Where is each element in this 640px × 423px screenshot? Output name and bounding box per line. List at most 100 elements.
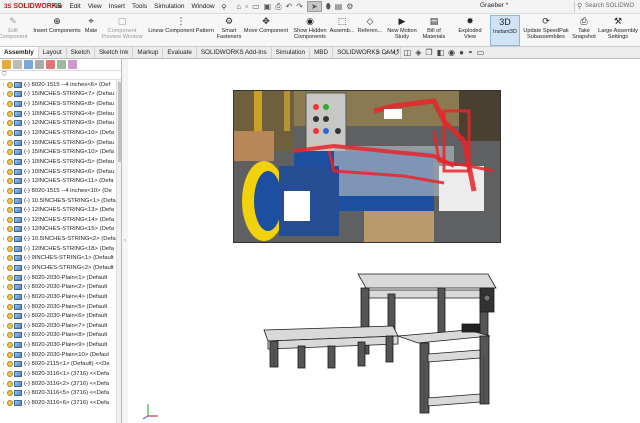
hide-show-items-icon[interactable]: ◉: [448, 48, 455, 58]
menu-simulation[interactable]: Simulation: [154, 3, 184, 11]
tree-item[interactable]: › (-) 12INCHES-STRING<9> (Defau: [0, 119, 121, 129]
expand-arrow-icon[interactable]: ›: [0, 294, 7, 300]
file-properties-icon[interactable]: ▤: [335, 2, 343, 11]
rebuild-icon[interactable]: ⬮: [326, 2, 331, 12]
expand-arrow-icon[interactable]: ›: [0, 342, 7, 348]
snapshot-button[interactable]: ⎙ Take Snapshot: [572, 15, 596, 46]
tab-sketch[interactable]: Sketch: [67, 47, 95, 58]
search-input[interactable]: ⚲ Search SOLIDWO: [574, 1, 640, 12]
expand-arrow-icon[interactable]: ›: [0, 284, 7, 290]
expand-arrow-icon[interactable]: ›: [0, 217, 7, 223]
expand-arrow-icon[interactable]: ›: [0, 304, 7, 310]
tree-item[interactable]: › (-) 8020-2030-Plain<4> (Default: [0, 292, 121, 302]
tree-item[interactable]: › (-) 8020-2115<1> (Default) <<De: [0, 360, 121, 370]
expand-arrow-icon[interactable]: ›: [0, 188, 7, 194]
edit-component-button[interactable]: ✎ Edit Component: [0, 15, 27, 46]
tree-item[interactable]: › (-) 8020-3116<2> (3716) <<Defa: [0, 379, 121, 389]
tree-item[interactable]: › (-) 12INCHES-STRING<10> (Defa: [0, 128, 121, 138]
expand-arrow-icon[interactable]: ›: [0, 111, 7, 117]
tree-item[interactable]: › (-) 12INCHES-STRING<18> (Defa: [0, 244, 121, 254]
tree-item[interactable]: › (-) 10INCHES-STRING<4> (Defau: [0, 109, 121, 119]
tree-item[interactable]: › (-) 8020-3116<6> (3716) <<Defa: [0, 398, 121, 408]
menu-window[interactable]: Window: [191, 3, 214, 11]
dynamic-annotation-icon[interactable]: ◈: [415, 48, 421, 58]
app-logo[interactable]: 3S SOLIDWORKS: [0, 3, 62, 10]
tree-item[interactable]: › (-) 8020-3116<5> (3716) <<Defa: [0, 389, 121, 399]
expand-arrow-icon[interactable]: ›: [0, 91, 7, 97]
expand-arrow-icon[interactable]: ›: [0, 246, 7, 252]
smart-fasteners-button[interactable]: ⚙ Smart Fasteners: [217, 15, 242, 46]
tree-item[interactable]: › (-) 15INCHES-STRING<8> (Defau: [0, 99, 121, 109]
expand-arrow-icon[interactable]: ›: [0, 371, 7, 377]
expand-arrow-icon[interactable]: ›: [0, 159, 7, 165]
cam-operations-tab-icon[interactable]: [68, 60, 77, 69]
expand-arrow-icon[interactable]: ›: [0, 101, 7, 107]
show-hidden-button[interactable]: ◉ Show Hidden Components: [292, 15, 328, 46]
expand-arrow-icon[interactable]: ›: [0, 120, 7, 126]
tree-item[interactable]: › (-) 10INCHES-STRING<6> (Defau: [0, 167, 121, 177]
tab-assembly[interactable]: Assembly: [0, 47, 39, 58]
pin-icon[interactable]: ⚲: [222, 3, 227, 11]
open-folder-icon[interactable]: ▭: [252, 2, 260, 11]
instant3d-button[interactable]: 3D Instant3D: [490, 15, 520, 46]
tab-sketch-ink[interactable]: Sketch Ink: [95, 47, 134, 58]
save-icon[interactable]: ▣: [264, 2, 272, 11]
menu-edit[interactable]: Edit: [69, 3, 80, 11]
tree-item[interactable]: › (-) 10.5INCHES-STRING<1> (Defa: [0, 196, 121, 206]
tree-item[interactable]: › (-) 8020-2030-Plain<5> (Default: [0, 302, 121, 312]
tree-item[interactable]: › (-) 15INCHES-STRING<10> (Defa: [0, 147, 121, 157]
tree-item[interactable]: › (-) 8020-2030-Plain<9> (Default: [0, 340, 121, 350]
zoom-to-fit-icon[interactable]: ⌕: [376, 48, 380, 58]
tab-layout[interactable]: Layout: [39, 47, 67, 58]
tab-simulation[interactable]: Simulation: [272, 47, 311, 58]
apply-scene-icon[interactable]: ◓: [468, 48, 473, 58]
tree-item[interactable]: › (-) 15INCHES-STRING<7> (Defau: [0, 90, 121, 100]
expand-arrow-icon[interactable]: ›: [0, 82, 7, 88]
expand-arrow-icon[interactable]: ›: [0, 140, 7, 146]
exploded-view-button[interactable]: ✸ Exploded View: [452, 15, 488, 46]
new-file-icon[interactable]: ▫: [245, 2, 248, 11]
expand-arrow-icon[interactable]: ›: [0, 313, 7, 319]
previous-view-icon[interactable]: ↺: [393, 48, 400, 58]
expand-arrow-icon[interactable]: ›: [0, 236, 7, 242]
expand-arrow-icon[interactable]: ›: [0, 265, 7, 271]
tree-item[interactable]: › (-) 10.5INCHES-STRING<2> (Defa: [0, 234, 121, 244]
tree-item[interactable]: › (-) 8020-2030-Plain<8> (Default: [0, 331, 121, 341]
property-manager-tab-icon[interactable]: [13, 60, 22, 69]
expand-arrow-icon[interactable]: ›: [0, 323, 7, 329]
tree-item[interactable]: › (-) 8020-2030-Plain<1> (Default: [0, 273, 121, 283]
tree-item[interactable]: › (-) 12INCHES-STRING<11> (Defa: [0, 176, 121, 186]
edit-appearance-icon[interactable]: ●: [459, 48, 464, 58]
options-gear-icon[interactable]: ⚙: [346, 2, 353, 11]
tree-item[interactable]: › (-) 12INCHES-STRING<13> (Defa: [0, 205, 121, 215]
tree-item[interactable]: › (-) 9INCHES-STRING<2> (Default: [0, 263, 121, 273]
tab-evaluate[interactable]: Evaluate: [163, 47, 197, 58]
reference-geometry-button[interactable]: ◇ Referen...: [356, 15, 384, 46]
feature-manager-tab-icon[interactable]: [2, 60, 11, 69]
print-icon[interactable]: ⎙: [275, 2, 281, 12]
assembly-model[interactable]: [258, 266, 498, 416]
expand-arrow-icon[interactable]: ›: [0, 400, 7, 406]
bom-button[interactable]: ▤ Bill of Materials: [420, 15, 448, 46]
tree-item[interactable]: › (-) 8020-2030-Plain<2> (Default: [0, 282, 121, 292]
view-settings-icon[interactable]: ▭: [477, 48, 485, 58]
expand-arrow-icon[interactable]: ›: [0, 198, 7, 204]
zoom-area-icon[interactable]: ⌕: [384, 48, 388, 58]
tree-item[interactable]: › (-) 9INCHES-STRING<1> (Default: [0, 254, 121, 264]
tree-item[interactable]: › (-) 8020-2030-Plain<7> (Default: [0, 321, 121, 331]
menu-file[interactable]: File: [52, 3, 62, 11]
insert-components-button[interactable]: ⊕ Insert Components: [32, 15, 82, 46]
tree-item[interactable]: › (-) 8020-1515 --4 inches<6> (Def: [0, 80, 121, 90]
select-arrow-icon[interactable]: ➤: [307, 1, 322, 12]
preview-window-button[interactable]: ▢ Component Preview Window: [100, 15, 144, 46]
redo-icon[interactable]: ↷: [296, 2, 303, 11]
expand-arrow-icon[interactable]: ›: [0, 381, 7, 387]
menu-tools[interactable]: Tools: [132, 3, 147, 11]
expand-arrow-icon[interactable]: ›: [0, 149, 7, 155]
tree-item[interactable]: › (-) 8020-2030-Plain<10> (Defaul: [0, 350, 121, 360]
expand-arrow-icon[interactable]: ›: [0, 207, 7, 213]
tree-item[interactable]: › (-) 12INCHES-STRING<14> (Defa: [0, 215, 121, 225]
view-orientation-icon[interactable]: ❒: [425, 48, 432, 58]
dimxpert-tab-icon[interactable]: [35, 60, 44, 69]
display-style-icon[interactable]: ◧: [437, 48, 445, 58]
